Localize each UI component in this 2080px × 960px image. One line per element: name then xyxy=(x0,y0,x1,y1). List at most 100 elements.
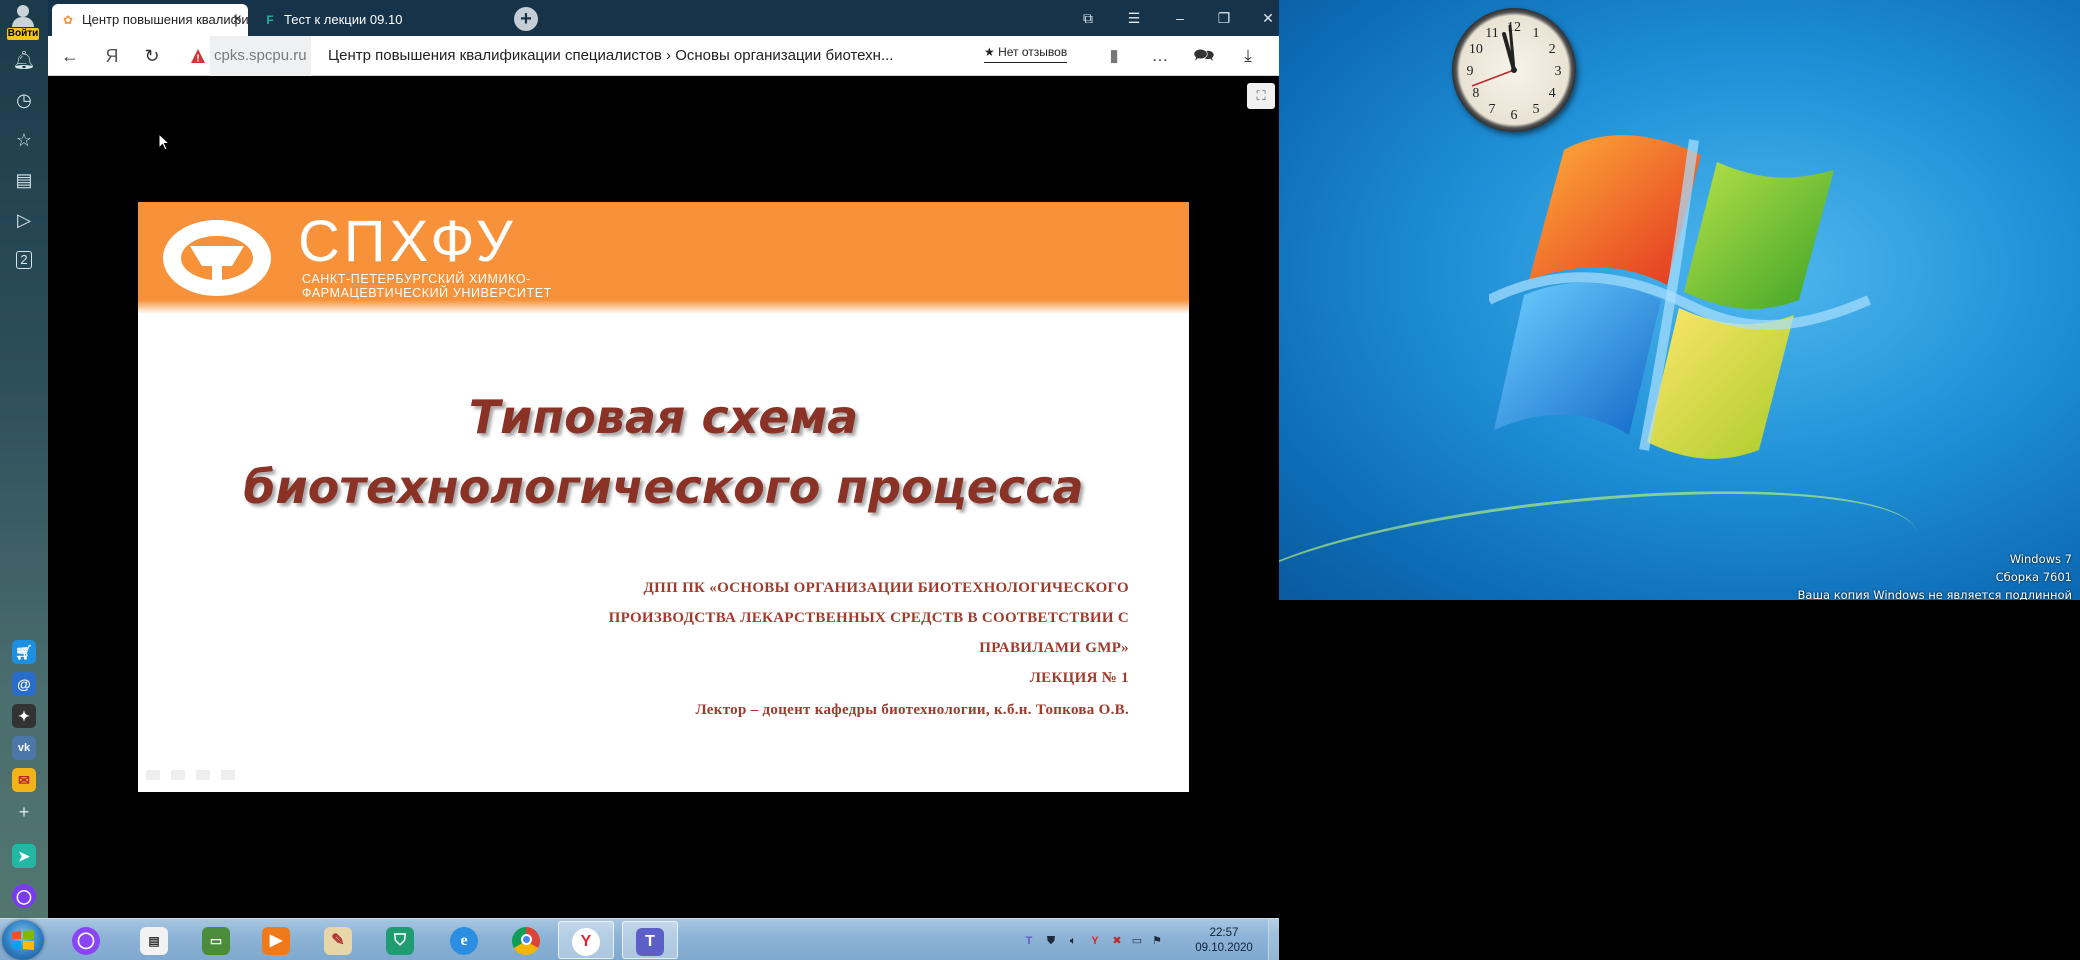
yandex-mail-icon[interactable]: ✉ xyxy=(12,768,36,792)
show-desktop-button[interactable] xyxy=(1268,919,1279,960)
login-button[interactable]: Войти xyxy=(6,2,40,40)
url-host[interactable]: cpks.spcpu.ru xyxy=(210,36,311,76)
slide-nav-controls[interactable] xyxy=(146,767,246,783)
program-line-3: ПРАВИЛАМИ GMP» xyxy=(979,640,1129,656)
bookmark-icon[interactable]: ▮ xyxy=(1102,44,1126,68)
tab-close-icon[interactable]: × xyxy=(233,4,242,36)
tab-spcpu[interactable]: ✿ Центр повышения квалификации специалис… xyxy=(52,4,248,36)
logo-name: СПХФУ xyxy=(298,209,517,274)
slide-title-line-2: биотехнологического процесса xyxy=(243,460,1084,514)
slide-header-banner xyxy=(138,202,1189,314)
clock-face: 12 1234567891011 xyxy=(1467,20,1562,123)
tray-date: 09.10.2020 xyxy=(1195,942,1253,954)
clock-numeral: 11 xyxy=(1485,26,1498,41)
feedback-chat-icon[interactable]: 🗪︎ xyxy=(1192,44,1216,68)
clock-numeral: 5 xyxy=(1533,102,1540,117)
slide-pen-icon[interactable] xyxy=(171,770,185,780)
taskbar-media-player[interactable]: ▶ xyxy=(248,921,304,959)
slide-next-icon[interactable] xyxy=(221,770,235,780)
shield-icon: ⛉ xyxy=(386,927,414,955)
media-play-icon: ▶ xyxy=(262,927,290,955)
tray-network-off-icon[interactable]: ✖ xyxy=(1110,934,1124,948)
presentation-slide: СПХФУ САНКТ-ПЕТЕРБУРГСКИЙ ХИМИКО- ФАРМАЦ… xyxy=(138,202,1189,792)
more-icon[interactable]: … xyxy=(1148,44,1172,68)
reviews-button[interactable]: ★ Нет отзывов xyxy=(984,41,1068,63)
clock-numeral: 8 xyxy=(1472,86,1479,101)
restore-icon[interactable]: ❐ xyxy=(1212,6,1236,30)
spcpu-logo-icon xyxy=(163,220,271,296)
windows-flag-icon xyxy=(12,930,34,950)
logo-subtitle-line-1: САНКТ-ПЕТЕРБУРГСКИЙ ХИМИКО- xyxy=(302,272,531,286)
tray-teams-icon[interactable]: T xyxy=(1022,934,1036,948)
taskbar-yandex-browser[interactable]: Y xyxy=(558,921,614,959)
desktop-wallpaper: Windows 7 Сборка 7601 Ваша копия Windows… xyxy=(1279,0,2080,600)
sparkle-icon[interactable]: ✦ xyxy=(12,704,36,728)
logo-subtitle-line-2: ФАРМАЦЕВТИЧЕСКИЙ УНИВЕРСИТЕТ xyxy=(302,286,552,300)
slide-menu-icon[interactable] xyxy=(196,770,210,780)
downloads-icon[interactable]: ⤓ xyxy=(1236,44,1260,68)
messenger-icon[interactable]: ➤ xyxy=(12,844,36,868)
yandex-home-icon[interactable]: Я xyxy=(100,44,124,68)
market-cart-icon[interactable]: 🛒︎ xyxy=(12,640,36,664)
clock-gadget[interactable]: 12 1 2 3 4 5 6 7 8 9 10 11 xyxy=(1452,8,1576,132)
teams-icon: T xyxy=(636,928,664,956)
clock-numeral: 10 xyxy=(1469,42,1483,57)
tray-security-icon[interactable]: ⛊ xyxy=(1044,934,1058,948)
tab-manager-icon[interactable]: ⧉ xyxy=(1076,6,1100,30)
chrome-icon xyxy=(512,927,540,955)
clock-numeral: 4 xyxy=(1549,86,1556,101)
bell-icon[interactable]: 🔔︎ xyxy=(10,46,38,74)
alice-icon: ◯ xyxy=(72,927,100,955)
start-button[interactable] xyxy=(2,920,44,960)
taskbar-paint[interactable]: ✎ xyxy=(310,921,366,959)
new-tab-button[interactable]: + xyxy=(514,7,538,31)
vk-icon[interactable]: vk xyxy=(12,736,36,760)
taskbar-chrome[interactable] xyxy=(498,921,554,959)
tabs-count-badge: 2 xyxy=(16,251,32,269)
lecturer-line: Лектор – доцент кафедры биотехнологии, к… xyxy=(695,702,1129,718)
reload-icon[interactable]: ↻ xyxy=(140,44,164,68)
desktop-black-area xyxy=(1279,600,2080,960)
collections-icon[interactable]: ▤ xyxy=(10,166,38,194)
reviews-label: Нет отзывов xyxy=(998,45,1068,59)
watermark-line-3: Ваша копия Windows не является подлинной xyxy=(1797,588,2072,600)
taskbar-task-manager[interactable]: ▭ xyxy=(188,921,244,959)
tray-display-icon[interactable]: ▭ xyxy=(1130,934,1144,948)
back-arrow-icon[interactable]: ← xyxy=(58,44,82,68)
taskbar-teams[interactable]: T xyxy=(622,921,678,959)
windows-taskbar: ◯ ▤ ▭ ▶ ✎ ⛉ e Y T T ⛊ 🔈︎ Y ✖ ▭ ⚑ 22:57 0… xyxy=(0,918,1279,960)
slide-prev-icon[interactable] xyxy=(146,770,160,780)
forms-favicon-icon: F xyxy=(266,13,274,27)
video-play-icon[interactable]: ▷ xyxy=(10,206,38,234)
login-label: Войти xyxy=(7,28,39,40)
tab-test[interactable]: F Тест к лекции 09.10 xyxy=(254,4,494,36)
taskbar-internet-explorer[interactable]: e xyxy=(436,921,492,959)
mail-at-icon[interactable]: @ xyxy=(12,672,36,696)
tray-clock[interactable]: 22:57 09.10.2020 xyxy=(1194,926,1254,956)
tray-action-center-flag-icon[interactable]: ⚑ xyxy=(1150,934,1164,948)
tabs-count-icon[interactable]: 2 xyxy=(10,246,38,274)
taskbar-notepad[interactable]: ▤ xyxy=(126,921,182,959)
watermark-line-2: Сборка 7601 xyxy=(1995,570,2072,584)
clock-numeral: 1 xyxy=(1533,26,1540,41)
security-warning-icon[interactable]: ! xyxy=(190,48,206,64)
slide-title-line-1: Типовая схема xyxy=(468,390,859,444)
alice-icon[interactable]: ◯ xyxy=(12,884,36,908)
add-panel-icon[interactable]: + xyxy=(10,798,38,826)
fullscreen-exit-icon[interactable]: ⛶ xyxy=(1247,83,1275,109)
slide-title: Типовая схема биотехнологического процес… xyxy=(138,382,1189,522)
tray-volume-icon[interactable]: 🔈︎ xyxy=(1066,934,1080,948)
history-clock-icon[interactable]: ◷ xyxy=(10,86,38,114)
taskbar-alice[interactable]: ◯ xyxy=(58,921,114,959)
program-line-1: ДПП ПК «ОСНОВЫ ОРГАНИЗАЦИИ БИОТЕХНОЛОГИЧ… xyxy=(643,580,1129,596)
star-icon: ★ xyxy=(984,45,999,59)
clock-numeral: 7 xyxy=(1489,102,1496,117)
minimize-icon[interactable]: – xyxy=(1168,6,1192,30)
monitor-icon: ▭ xyxy=(202,927,230,955)
bookmarks-star-icon[interactable]: ☆ xyxy=(10,126,38,154)
url-page-title[interactable]: Центр повышения квалификации специалисто… xyxy=(328,36,968,76)
menu-icon[interactable]: ☰ xyxy=(1122,6,1146,30)
close-window-icon[interactable]: ✕ xyxy=(1256,6,1280,30)
tray-yandex-icon[interactable]: Y xyxy=(1088,934,1102,948)
taskbar-kaspersky[interactable]: ⛉ xyxy=(372,921,428,959)
